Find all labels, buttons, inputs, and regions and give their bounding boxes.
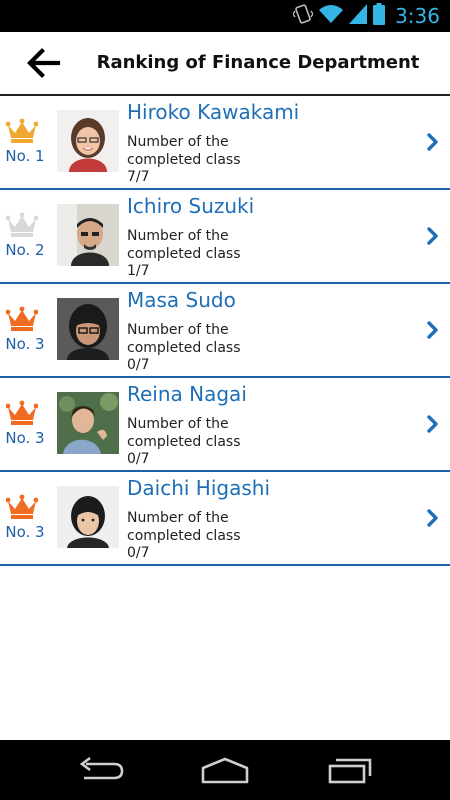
bronze-crown-icon xyxy=(6,400,38,425)
rank-badge: No. 3 xyxy=(0,378,52,470)
completed-class-label: Number of the completed class xyxy=(127,510,241,544)
chevron-right-icon[interactable] xyxy=(426,132,440,152)
chevron-right-icon[interactable] xyxy=(426,414,440,434)
completed-class-count: 1/7 xyxy=(127,263,150,279)
completed-class-count: 0/7 xyxy=(127,545,150,561)
avatar xyxy=(57,204,119,266)
completed-class-info: Number of the completed class 0/7 xyxy=(127,322,277,375)
page-title: Ranking of Finance Department xyxy=(96,52,420,73)
member-name[interactable]: Reina Nagai xyxy=(127,382,247,406)
completed-class-info: Number of the completed class 1/7 xyxy=(127,228,277,281)
completed-class-count: 0/7 xyxy=(127,451,150,467)
status-bar: 3:36 xyxy=(0,0,450,32)
ranking-row[interactable]: No. 3 Masa Sudo Number of the completed … xyxy=(0,284,450,378)
completed-class-info: Number of the completed class 0/7 xyxy=(127,510,277,563)
battery-icon xyxy=(373,3,386,29)
status-icons: 3:36 xyxy=(292,3,440,29)
completed-class-label: Number of the completed class xyxy=(127,322,241,356)
rank-badge: No. 3 xyxy=(0,284,52,376)
ranking-row[interactable]: No. 2 Ichiro Suzuki Number of the comple… xyxy=(0,190,450,284)
signal-icon xyxy=(349,4,368,28)
back-icon xyxy=(79,756,124,780)
completed-class-label: Number of the completed class xyxy=(127,416,241,450)
completed-class-count: 7/7 xyxy=(127,169,150,185)
ranking-list: No. 1 Hiroko Kawakami Number of the comp… xyxy=(0,96,450,566)
rank-label: No. 3 xyxy=(5,335,45,353)
completed-class-label: Number of the completed class xyxy=(127,134,241,168)
chevron-right-icon[interactable] xyxy=(426,320,440,340)
completed-class-info: Number of the completed class 7/7 xyxy=(127,134,277,187)
nav-home-button[interactable] xyxy=(195,752,255,788)
rank-badge: No. 2 xyxy=(0,190,52,282)
vibrate-icon xyxy=(292,3,314,29)
recent-apps-icon xyxy=(328,758,372,784)
rank-badge: No. 3 xyxy=(0,472,52,564)
avatar xyxy=(57,392,119,454)
nav-back-button[interactable] xyxy=(70,752,130,788)
home-icon xyxy=(201,757,249,784)
chevron-right-icon[interactable] xyxy=(426,508,440,528)
silver-crown-icon xyxy=(6,212,38,237)
ranking-row[interactable]: No. 1 Hiroko Kawakami Number of the comp… xyxy=(0,96,450,190)
bronze-crown-icon xyxy=(6,306,38,331)
back-button[interactable] xyxy=(24,46,64,80)
system-nav-bar xyxy=(0,740,450,800)
avatar xyxy=(57,486,119,548)
nav-recent-apps-button[interactable] xyxy=(320,752,380,788)
status-time: 3:36 xyxy=(395,4,440,28)
member-name[interactable]: Masa Sudo xyxy=(127,288,236,312)
completed-class-info: Number of the completed class 0/7 xyxy=(127,416,277,469)
bronze-crown-icon xyxy=(6,494,38,519)
rank-label: No. 1 xyxy=(5,147,45,165)
wifi-icon xyxy=(319,4,344,28)
ranking-row[interactable]: No. 3 Daichi Higashi Number of the compl… xyxy=(0,472,450,566)
gold-crown-icon xyxy=(6,118,38,143)
member-name[interactable]: Ichiro Suzuki xyxy=(127,194,254,218)
completed-class-label: Number of the completed class xyxy=(127,228,241,262)
member-name[interactable]: Daichi Higashi xyxy=(127,476,270,500)
rank-label: No. 2 xyxy=(5,241,45,259)
completed-class-count: 0/7 xyxy=(127,357,150,373)
rank-label: No. 3 xyxy=(5,429,45,447)
chevron-right-icon[interactable] xyxy=(426,226,440,246)
arrow-left-icon xyxy=(27,48,61,78)
ranking-row[interactable]: No. 3 Reina Nagai Number of the complete… xyxy=(0,378,450,472)
rank-badge: No. 1 xyxy=(0,96,52,188)
member-name[interactable]: Hiroko Kawakami xyxy=(127,100,299,124)
app-header: Ranking of Finance Department xyxy=(0,32,450,96)
avatar xyxy=(57,298,119,360)
avatar xyxy=(57,110,119,172)
rank-label: No. 3 xyxy=(5,523,45,541)
